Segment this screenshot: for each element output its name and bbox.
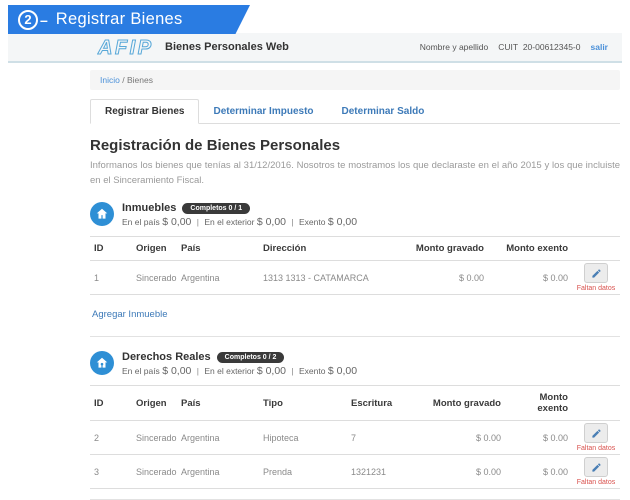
house-lock-icon xyxy=(90,351,114,376)
step-dash: – xyxy=(40,11,48,28)
col-actions xyxy=(572,385,620,422)
step-banner-title: Registrar Bienes xyxy=(55,10,183,28)
cell-monto-exento: $ 0.00 xyxy=(505,454,572,490)
inmuebles-table: ID Origen País Dirección Monto gravado M… xyxy=(90,236,620,296)
tab-registrar-bienes[interactable]: Registrar Bienes xyxy=(90,99,200,124)
derechos-table-header-row: ID Origen País Tipo Escritura Monto grav… xyxy=(90,385,620,422)
header-user-area: Nombre y apellido CUIT 20-00612345-0 sal… xyxy=(420,42,608,52)
breadcrumb-separator: / xyxy=(122,75,125,85)
cell-origen: Sincerado xyxy=(132,420,177,456)
section-derechos-title: Derechos Reales xyxy=(122,351,211,364)
breadcrumb-current: Bienes xyxy=(126,75,153,85)
cell-origen: Sincerado xyxy=(132,454,177,490)
cell-id: 1 xyxy=(90,260,132,296)
col-monto-gravado: Monto gravado xyxy=(425,385,505,422)
tab-determinar-saldo[interactable]: Determinar Saldo xyxy=(328,100,439,123)
add-inmueble-link[interactable]: Agregar Inmueble xyxy=(92,309,168,320)
svg-text:AFIP: AFIP xyxy=(97,37,154,58)
status-warning: Faltan datos xyxy=(576,445,616,453)
user-cuit: CUIT 20-00612345-0 xyxy=(498,42,581,52)
cell-id: 2 xyxy=(90,420,132,456)
status-warning: Faltan datos xyxy=(576,285,616,293)
user-name: Nombre y apellido xyxy=(419,42,489,52)
cell-monto-gravado: $ 0.00 xyxy=(425,454,505,490)
step-number-badge: 2 xyxy=(18,9,38,30)
col-origen: Origen xyxy=(132,236,177,262)
pencil-icon xyxy=(591,463,601,472)
cell-origen: Sincerado xyxy=(132,260,177,296)
col-monto-exento: Monto exento xyxy=(488,236,572,262)
tab-determinar-impuesto[interactable]: Determinar Impuesto xyxy=(199,100,327,123)
col-monto-exento: Monto exento xyxy=(505,385,572,422)
col-actions xyxy=(572,236,620,262)
cell-pais: Argentina xyxy=(177,260,259,296)
cell-monto-exento: $ 0.00 xyxy=(505,420,572,456)
col-direccion: Dirección xyxy=(259,236,401,262)
section-derechos-header: Derechos Reales Completos 0 / 2 En el pa… xyxy=(90,351,620,377)
afip-logo-icon: AFIP xyxy=(97,37,154,59)
inmuebles-table-header-row: ID Origen País Dirección Monto gravado M… xyxy=(90,236,620,262)
house-icon xyxy=(90,202,114,227)
tab-bar: Registrar Bienes Determinar Impuesto Det… xyxy=(90,99,620,124)
breadcrumb: Inicio / Bienes xyxy=(90,70,620,90)
cell-tipo: Hipoteca xyxy=(259,420,347,456)
col-tipo: Tipo xyxy=(259,385,347,422)
section-divider xyxy=(90,336,620,338)
cell-monto-gravado: $ 0.00 xyxy=(401,260,488,296)
edit-button[interactable] xyxy=(584,423,608,444)
page-title: Registración de Bienes Personales xyxy=(90,137,341,154)
edit-button[interactable] xyxy=(584,457,608,478)
col-escritura: Escritura xyxy=(347,385,425,422)
col-monto-gravado: Monto gravado xyxy=(401,236,488,262)
cell-tipo: Prenda xyxy=(259,454,347,490)
app-title: Bienes Personales Web xyxy=(165,41,289,53)
cell-monto-gravado: $ 0.00 xyxy=(425,420,505,456)
pencil-icon xyxy=(591,429,601,438)
cell-escritura: 7 xyxy=(347,420,425,456)
cell-monto-exento: $ 0.00 xyxy=(488,260,572,296)
cell-pais: Argentina xyxy=(177,454,259,490)
section-derechos-totals: En el país $ 0,00 | En el exterior $ 0,0… xyxy=(122,365,358,378)
logout-link[interactable]: salir xyxy=(591,42,609,52)
step-banner: 2 – Registrar Bienes xyxy=(8,5,250,34)
afip-logo[interactable]: AFIP Bienes Personales Web xyxy=(97,36,289,59)
section-derechos-badge: Completos 0 / 2 xyxy=(216,351,285,363)
col-pais: País xyxy=(177,385,259,422)
section-inmuebles-title: Inmuebles xyxy=(122,202,177,215)
section-inmuebles-header: Inmuebles Completos 0 / 1 En el país $ 0… xyxy=(90,202,620,228)
app-header: AFIP Bienes Personales Web Nombre y apel… xyxy=(8,33,622,63)
col-origen: Origen xyxy=(132,385,177,422)
col-id: ID xyxy=(90,236,132,262)
pencil-icon xyxy=(591,269,601,278)
breadcrumb-home-link[interactable]: Inicio xyxy=(100,75,120,85)
cell-id: 3 xyxy=(90,454,132,490)
intro-text: Informanos los bienes que tenías al 31/1… xyxy=(90,160,620,186)
table-row: 3 Sincerado Argentina Prenda 1321231 $ 0… xyxy=(90,454,620,490)
cell-escritura: 1321231 xyxy=(347,454,425,490)
edit-button[interactable] xyxy=(584,263,608,284)
main-content: Inicio / Bienes Registrar Bienes Determi… xyxy=(90,63,620,500)
derechos-table: ID Origen País Tipo Escritura Monto grav… xyxy=(90,385,620,490)
status-warning: Faltan datos xyxy=(576,479,616,487)
section-inmuebles-badge: Completos 0 / 1 xyxy=(182,202,251,214)
col-pais: País xyxy=(177,236,259,262)
cell-direccion: 1313 1313 - CATAMARCA xyxy=(259,260,401,296)
section-inmuebles-totals: En el país $ 0,00 | En el exterior $ 0,0… xyxy=(122,216,358,229)
table-row: 2 Sincerado Argentina Hipoteca 7 $ 0.00 … xyxy=(90,420,620,456)
cell-pais: Argentina xyxy=(177,420,259,456)
col-id: ID xyxy=(90,385,132,422)
table-row: 1 Sincerado Argentina 1313 1313 - CATAMA… xyxy=(90,260,620,296)
